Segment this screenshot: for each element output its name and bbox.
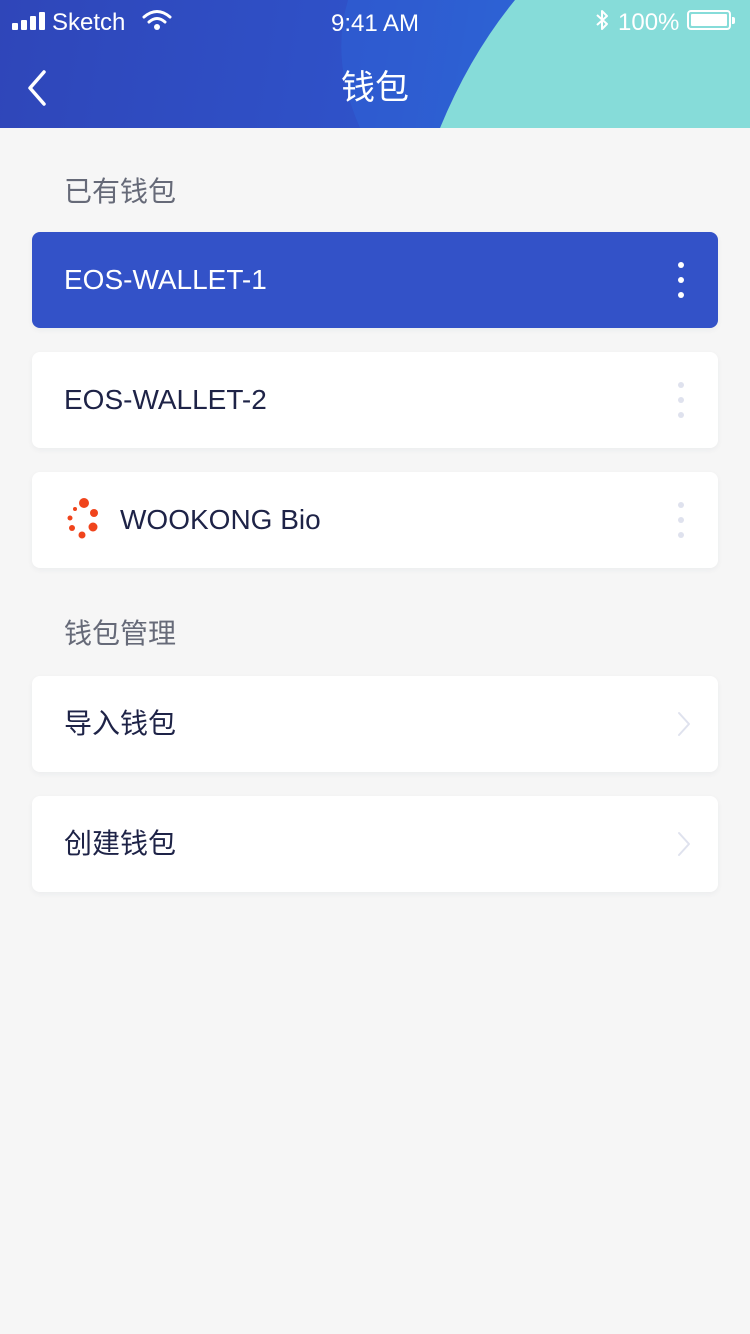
wallet-item-eos-wallet-1[interactable]: EOS-WALLET-1 (32, 232, 718, 328)
more-vertical-icon[interactable] (668, 262, 694, 298)
page-title: 钱包 (341, 69, 409, 107)
chevron-right-icon (678, 832, 690, 856)
create-wallet-label: 创建钱包 (64, 828, 177, 859)
import-wallet-label: 导入钱包 (64, 708, 177, 739)
wallet-name: EOS-WALLET-1 (64, 264, 267, 295)
more-vertical-icon[interactable] (668, 502, 694, 538)
create-wallet-button[interactable]: 创建钱包 (32, 796, 718, 892)
app-header: Sketch 9:41 AM 100% 钱包 (0, 0, 750, 128)
section-label-wallet-management: 钱包管理 (64, 618, 177, 649)
wallet-name: WOOKONG Bio (120, 504, 321, 535)
wallet-name: EOS-WALLET-2 (64, 384, 267, 415)
chevron-right-icon (678, 712, 690, 736)
wallet-item-wookong-bio[interactable]: WOOKONG Bio (32, 472, 718, 568)
more-vertical-icon[interactable] (668, 382, 694, 418)
import-wallet-button[interactable]: 导入钱包 (32, 676, 718, 772)
wallet-item-eos-wallet-2[interactable]: EOS-WALLET-2 (32, 352, 718, 448)
status-bar: Sketch 9:41 AM 100% (0, 0, 750, 44)
section-label-existing-wallets: 已有钱包 (64, 176, 177, 207)
battery-percent: 100% (618, 9, 680, 36)
battery-icon (687, 10, 735, 30)
wookong-bio-icon (67, 498, 98, 539)
bluetooth-icon (596, 10, 608, 30)
